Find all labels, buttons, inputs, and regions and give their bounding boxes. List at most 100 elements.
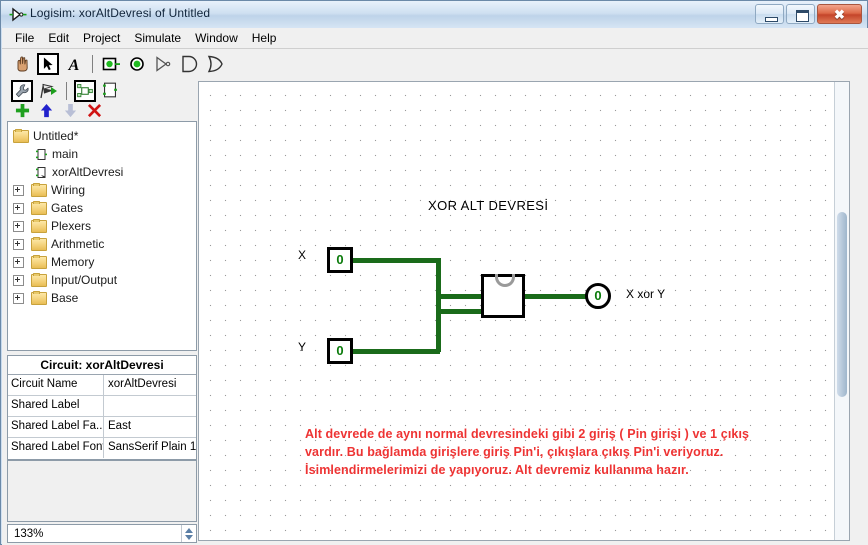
tree-item-input-output[interactable]: Input/Output [13, 271, 196, 289]
new-circuit-tool-button[interactable] [100, 80, 122, 102]
menu-edit[interactable]: Edit [41, 29, 76, 47]
zoom-increase-icon[interactable] [185, 527, 193, 533]
toolbar-separator-1 [92, 55, 93, 73]
property-value[interactable]: xorAltDevresi [104, 375, 196, 395]
menu-project[interactable]: Project [76, 29, 127, 47]
tool-row-primary: A [11, 53, 226, 75]
pin-value: 0 [336, 252, 344, 267]
wire-x-vertical[interactable] [436, 258, 441, 352]
folder-icon [31, 182, 47, 197]
expander-icon[interactable] [13, 238, 24, 250]
zoom-decrease-icon[interactable] [185, 534, 193, 540]
tree-item-label: xorAltDevresi [52, 165, 124, 179]
move-up-button[interactable] [39, 103, 54, 123]
subcircuit-tool-button[interactable] [74, 80, 96, 102]
wire-y-horizontal[interactable] [351, 349, 440, 354]
folder-icon [31, 218, 47, 233]
menu-file[interactable]: File [8, 29, 41, 47]
tree-item-gates[interactable]: Gates [13, 199, 196, 217]
tree-item-memory[interactable]: Memory [13, 253, 196, 271]
maximize-icon [796, 10, 809, 22]
title-bar: Logisim: xorAltDevresi of Untitled ✖ [1, 1, 867, 28]
wire-gate-input-a[interactable] [436, 294, 481, 299]
tree-item-xoraltdevresi[interactable]: xorAltDevresi [13, 163, 196, 181]
canvas-title-text: XOR ALT DEVRESİ [428, 198, 549, 213]
folder-icon [31, 236, 47, 251]
tree-item-untitled[interactable]: Untitled* [13, 127, 196, 145]
tree-item-base[interactable]: Base [13, 289, 196, 307]
circuit-icon [35, 166, 48, 179]
not-gate-icon [156, 56, 171, 72]
tree-item-plexers[interactable]: Plexers [13, 217, 196, 235]
or-gate-icon [207, 55, 223, 73]
wire-gate-input-b[interactable] [436, 309, 481, 314]
red-x-icon [87, 103, 102, 118]
folder-icon [13, 128, 29, 143]
circuit-icon [35, 148, 48, 161]
property-value[interactable] [104, 396, 196, 416]
minimize-button[interactable] [755, 4, 784, 24]
property-row-shared-label-facing[interactable]: Shared Label Fa... East [8, 417, 196, 438]
tree-item-wiring[interactable]: Wiring [13, 181, 196, 199]
canvas-vertical-scrollbar[interactable] [834, 82, 849, 540]
property-value[interactable]: East [104, 417, 196, 437]
flag-play-icon [40, 83, 57, 99]
input-pin-x[interactable]: 0 [327, 247, 353, 273]
wire-gate-output[interactable] [525, 294, 587, 299]
xor-gate[interactable] [481, 274, 525, 318]
xor-symbol-icon [495, 274, 515, 287]
properties-panel: Circuit: xorAltDevresi Circuit Name xorA… [7, 355, 197, 460]
input-pin-y[interactable]: 0 [327, 338, 353, 364]
property-value[interactable]: SansSerif Plain 12 [104, 438, 196, 458]
maximize-button[interactable] [786, 4, 815, 24]
window-buttons: ✖ [755, 4, 862, 25]
poke-tool-button[interactable] [11, 53, 33, 75]
left-column: A Untitled* main xorAltDevresi Wiring Ga… [7, 49, 223, 543]
tree-item-label: Plexers [51, 219, 92, 233]
logisim-gate-logo-icon [9, 7, 27, 22]
menu-help[interactable]: Help [245, 29, 284, 47]
expander-icon[interactable] [13, 202, 24, 214]
simulate-tool-button[interactable] [37, 80, 59, 102]
select-tool-button[interactable] [37, 53, 59, 75]
edit-tool-button[interactable] [11, 80, 33, 102]
output-label: X xor Y [626, 287, 666, 301]
output-pin-tool-button[interactable] [126, 53, 148, 75]
delete-button[interactable] [87, 103, 102, 123]
tree-item-label: Gates [51, 201, 84, 215]
zoom-spinner[interactable] [181, 525, 196, 542]
expander-icon[interactable] [13, 220, 24, 232]
window-title: Logisim: xorAltDevresi of Untitled [30, 6, 211, 20]
output-pin[interactable]: 0 [585, 283, 611, 309]
project-explorer[interactable]: Untitled* main xorAltDevresi Wiring Gate… [7, 121, 197, 351]
or-gate-tool-button[interactable] [204, 53, 226, 75]
and-gate-tool-button[interactable] [178, 53, 200, 75]
property-row-shared-label[interactable]: Shared Label [8, 396, 196, 417]
close-button[interactable]: ✖ [817, 4, 862, 24]
move-down-button[interactable] [63, 103, 78, 123]
menu-simulate[interactable]: Simulate [127, 29, 188, 47]
property-key: Shared Label [8, 396, 104, 416]
expander-icon[interactable] [13, 274, 24, 286]
toolbar-separator-2 [66, 82, 67, 100]
circuit-canvas[interactable]: XOR ALT DEVRESİ X Y X xor Y 0 0 0 Alt de… [198, 81, 850, 541]
property-row-circuit-name[interactable]: Circuit Name xorAltDevresi [8, 375, 196, 396]
property-row-shared-label-font[interactable]: Shared Label Font SansSerif Plain 12 [8, 438, 196, 458]
tree-item-label: Base [51, 291, 79, 305]
text-tool-button[interactable]: A [63, 53, 85, 75]
add-button[interactable] [15, 103, 30, 123]
not-gate-tool-button[interactable] [152, 53, 174, 75]
input-pin-tool-button[interactable] [100, 53, 122, 75]
tree-item-main[interactable]: main [13, 145, 196, 163]
tree-item-label: Memory [51, 255, 95, 269]
window-frame: Logisim: xorAltDevresi of Untitled ✖ Fil… [0, 0, 868, 545]
expander-icon[interactable] [13, 292, 24, 304]
menu-window[interactable]: Window [188, 29, 245, 47]
expander-icon[interactable] [13, 184, 24, 196]
wire-x-horizontal[interactable] [351, 258, 440, 263]
tree-item-arithmetic[interactable]: Arithmetic [13, 235, 196, 253]
expander-icon[interactable] [13, 256, 24, 268]
and-gate-icon [182, 55, 198, 73]
scrollbar-thumb[interactable] [837, 212, 847, 397]
hand-pointer-icon [17, 56, 28, 72]
